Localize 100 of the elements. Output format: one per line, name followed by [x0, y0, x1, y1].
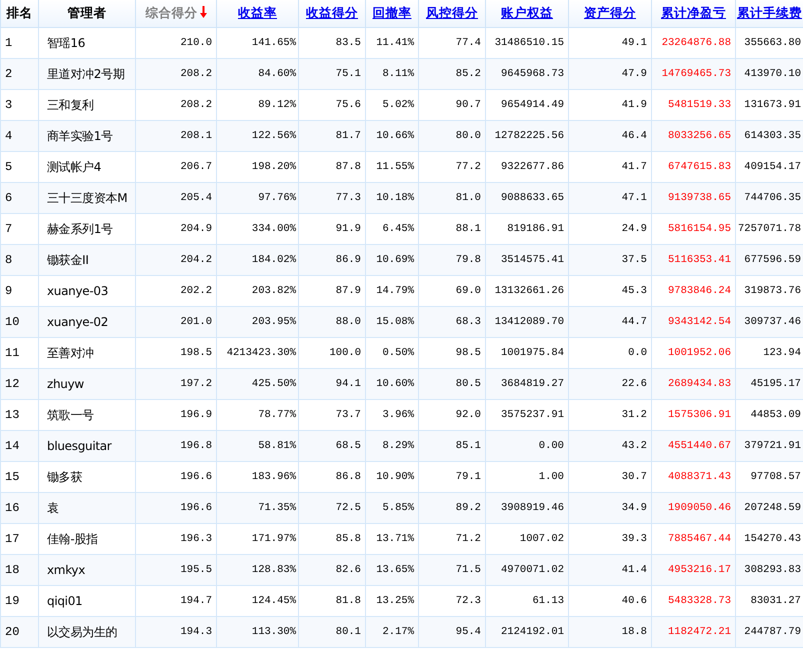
column-header: 管理者 — [68, 5, 106, 20]
table-cell: 3684819.27 — [500, 378, 564, 390]
table-cell: 三十三度资本M — [47, 190, 128, 204]
table-cell: 17 — [5, 532, 20, 546]
table-cell: 85.8 — [336, 533, 361, 545]
table-cell: 819186.91 — [507, 223, 564, 235]
table-cell: 11.55% — [376, 161, 414, 173]
column-header: 排名 — [6, 5, 32, 20]
table-cell: 77.3 — [336, 192, 361, 204]
table-cell: 37.5 — [622, 254, 647, 266]
table-cell: 智瑶16 — [47, 36, 86, 50]
table-cell: 196.6 — [180, 502, 212, 514]
table-cell: 202.2 — [180, 285, 212, 297]
table-cell: 8.11% — [382, 68, 414, 80]
table-cell: 4088371.43 — [668, 471, 731, 483]
table-cell: 72.3 — [456, 595, 481, 607]
table-cell: qiqi01 — [47, 594, 82, 608]
table-cell: 10.90% — [376, 471, 414, 483]
table-cell: 86.8 — [336, 471, 361, 483]
table-cell: 124.45% — [252, 595, 296, 607]
table-cell: 1001952.06 — [668, 347, 731, 359]
table-cell: 89.12% — [258, 99, 296, 111]
table-cell: 12 — [5, 377, 20, 391]
table-cell: 14 — [5, 439, 20, 453]
table-cell: 44853.09 — [750, 409, 801, 421]
table-cell: 210.0 — [180, 37, 212, 49]
table-cell: 0.50% — [382, 347, 414, 359]
table-cell: bluesguitar — [47, 439, 112, 453]
table-cell: 41.4 — [622, 564, 647, 576]
table-cell: 9322677.86 — [500, 161, 564, 173]
table-cell: 98.5 — [456, 347, 481, 359]
table-cell: 9343142.54 — [668, 316, 731, 328]
table-cell: 5 — [5, 160, 12, 174]
table-cell: 24.9 — [622, 223, 647, 235]
table-cell: zhuyw — [47, 377, 84, 391]
table-cell: 71.2 — [456, 533, 481, 545]
table-cell: 14.79% — [376, 285, 414, 297]
table-cell: 里道对冲2号期 — [47, 66, 125, 80]
table-cell: 19 — [5, 594, 20, 608]
table-cell: 128.83% — [252, 564, 296, 576]
table-cell: 15 — [5, 470, 20, 484]
table-cell: 5.02% — [382, 99, 414, 111]
table-cell: 46.4 — [622, 130, 647, 142]
table-cell: 614303.35 — [744, 130, 801, 142]
table-cell: 3575237.91 — [500, 409, 564, 421]
table-cell: 44.7 — [622, 316, 647, 328]
table-cell: 73.7 — [336, 409, 361, 421]
table-cell: 208.2 — [180, 99, 212, 111]
table-cell: 43.2 — [622, 440, 647, 452]
table-cell: 244787.79 — [744, 626, 801, 638]
table-cell: 11 — [5, 346, 20, 360]
table-cell: 379721.91 — [744, 440, 801, 452]
table-cell: 10.69% — [376, 254, 414, 266]
table-cell: 68.5 — [336, 440, 361, 452]
table-cell: 195.5 — [180, 564, 212, 576]
table-cell: 206.7 — [180, 161, 212, 173]
table-cell: 204.9 — [180, 223, 212, 235]
table-cell: 41.9 — [622, 99, 647, 111]
table-cell: 45195.17 — [750, 378, 801, 390]
table-cell: 88.0 — [336, 316, 361, 328]
table-cell: 100.0 — [329, 347, 361, 359]
table-cell: 197.2 — [180, 378, 212, 390]
table-cell: 9139738.65 — [668, 192, 731, 204]
table-cell: 131673.91 — [744, 99, 801, 111]
table-cell: 至善对冲 — [47, 346, 94, 360]
table-cell: 80.5 — [456, 378, 481, 390]
table-cell: 30.7 — [622, 471, 647, 483]
table-cell: 0.0 — [628, 347, 647, 359]
table-cell: 425.50% — [252, 378, 296, 390]
table-cell: 71.5 — [456, 564, 481, 576]
table-cell: 3908919.46 — [500, 502, 564, 514]
table-cell: 45.3 — [622, 285, 647, 297]
table-cell: xuanye-03 — [47, 284, 108, 298]
table-cell: 355663.80 — [744, 37, 801, 49]
table-cell: 113.30% — [252, 626, 296, 638]
table-cell: 196.9 — [180, 409, 212, 421]
table-cell: 68.3 — [456, 316, 481, 328]
table-cell: 72.5 — [336, 502, 361, 514]
table-cell: 61.13 — [532, 595, 564, 607]
table-cell: 308293.83 — [744, 564, 801, 576]
table-cell: 319873.76 — [744, 285, 801, 297]
table-cell: 10 — [5, 315, 20, 329]
table-cell: 13412089.70 — [494, 316, 564, 328]
table-cell: 208.2 — [180, 68, 212, 80]
table-cell: 1001975.84 — [500, 347, 564, 359]
table-cell: 80.1 — [336, 626, 361, 638]
table-cell: 196.8 — [180, 440, 212, 452]
table-cell: 79.8 — [456, 254, 481, 266]
table-cell: 5.85% — [382, 502, 414, 514]
table-cell: 92.0 — [456, 409, 481, 421]
table-cell: 4551440.67 — [668, 440, 731, 452]
table-cell: 11.41% — [376, 37, 414, 49]
table-cell: 筑歌一号 — [47, 408, 94, 422]
table-cell: 1.00 — [538, 471, 564, 483]
table-cell: 203.95% — [252, 316, 296, 328]
table-cell: 13132661.26 — [494, 285, 564, 297]
table-cell: 81.8 — [336, 595, 361, 607]
table-cell: 409154.17 — [744, 161, 801, 173]
table-cell: 97.76% — [258, 192, 296, 204]
table-cell: 82.6 — [336, 564, 361, 576]
